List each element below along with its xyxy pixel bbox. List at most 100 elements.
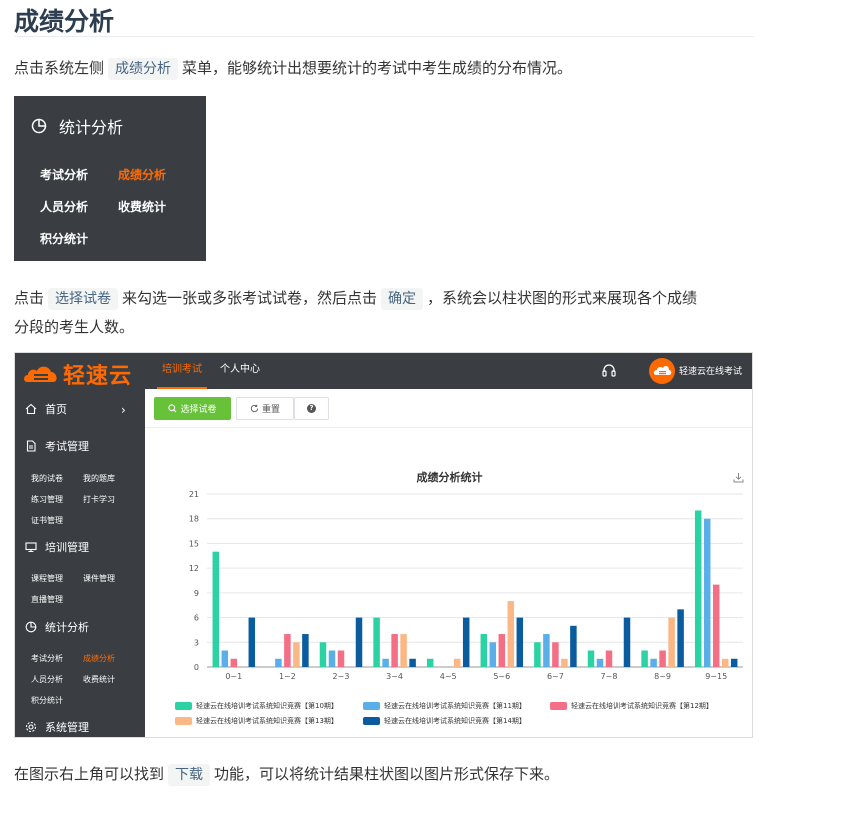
- bar: [248, 617, 256, 667]
- sidebar-item-exam-analysis[interactable]: 考试分析: [31, 653, 63, 664]
- sidebar-item-points-stats[interactable]: 积分统计: [31, 695, 63, 706]
- document-icon: [26, 440, 36, 452]
- text: 菜单，能够统计出想要统计的考试中考生成绩的分布情况。: [182, 59, 573, 77]
- x-tick-label: 8~9: [654, 672, 671, 681]
- sidebar-item-my-papers[interactable]: 我的试卷: [31, 473, 63, 484]
- legend-item[interactable]: 轻速云在线培训考试系统知识竞赛【第13期】: [175, 716, 338, 726]
- y-tick-label: 15: [189, 539, 199, 548]
- download-icon[interactable]: [733, 472, 744, 483]
- menu-header-label: 统计分析: [59, 118, 124, 137]
- bar: [659, 650, 666, 667]
- search-icon: [168, 404, 177, 413]
- bar: [703, 518, 711, 667]
- legend-item[interactable]: 轻速云在线培训考试系统知识竞赛【第12期】: [550, 701, 713, 711]
- bar: [355, 617, 363, 667]
- sidebar-item-score-analysis[interactable]: 成绩分析: [83, 653, 115, 664]
- intro-paragraph: 点击系统左侧 成绩分析 菜单，能够统计出想要统计的考试中考生成绩的分布情况。: [14, 54, 754, 83]
- x-tick-label: 6~7: [547, 672, 564, 681]
- text: 分段的考生人数。: [14, 318, 135, 336]
- sidebar-label: 统计分析: [45, 621, 89, 634]
- bar: [650, 658, 657, 667]
- tab-training-exam[interactable]: 培训考试: [157, 353, 207, 389]
- bar: [534, 642, 541, 667]
- bar: [552, 642, 559, 667]
- reset-button[interactable]: 重置: [236, 397, 294, 420]
- sidebar-item-fee-stats[interactable]: 收费统计: [83, 674, 115, 685]
- inline-code: 确定: [381, 288, 424, 310]
- menu-header: 统计分析: [31, 114, 123, 138]
- help-icon: ?: [307, 404, 316, 413]
- legend-label: 轻速云在线培训考试系统知识竞赛【第11期】: [384, 702, 526, 710]
- y-tick-label: 12: [189, 564, 199, 573]
- bar: [587, 650, 595, 667]
- refresh-icon: [250, 404, 259, 413]
- bar: [373, 617, 380, 667]
- menu-item-fee-stats[interactable]: 收费统计: [118, 198, 166, 215]
- chart-title: 成绩分析统计: [416, 471, 483, 484]
- pie-chart-icon: [31, 118, 47, 134]
- bar: [498, 634, 506, 667]
- legend-item[interactable]: 轻速云在线培训考试系统知识竞赛【第14期】: [363, 716, 526, 726]
- x-tick-label: 4~5: [440, 672, 457, 681]
- sidebar-item-coursewares[interactable]: 课件管理: [83, 573, 115, 584]
- sidebar-item-checkin[interactable]: 打卡学习: [83, 494, 115, 505]
- legend-swatch: [175, 717, 192, 725]
- y-tick-label: 0: [194, 663, 199, 672]
- legend-item[interactable]: 轻速云在线培训考试系统知识竞赛【第11期】: [363, 701, 526, 711]
- bar: [641, 650, 648, 667]
- bar: [561, 658, 568, 667]
- user-name[interactable]: 轻速云在线考试: [679, 364, 742, 377]
- bar: [712, 584, 720, 667]
- y-tick-label: 21: [189, 490, 199, 499]
- y-tick-label: 9: [194, 589, 199, 598]
- sidebar-label: 考试管理: [45, 440, 89, 453]
- bar: [284, 634, 291, 667]
- bar: [409, 658, 416, 667]
- text: 点击: [14, 289, 45, 307]
- download-paragraph: 在图示右上角可以找到 下载 功能，可以将统计结果柱状图以图片形式保存下来。: [14, 760, 754, 789]
- bar: [400, 634, 407, 667]
- inline-code: 选择试卷: [48, 288, 119, 310]
- menu-item-exam-analysis[interactable]: 考试分析: [40, 166, 88, 183]
- sidebar-item-people-analysis[interactable]: 人员分析: [31, 674, 63, 685]
- sidebar-item-home[interactable]: 首页: [25, 401, 67, 417]
- avatar[interactable]: [649, 358, 675, 384]
- bar: [570, 625, 577, 667]
- sidebar-label: 首页: [45, 403, 67, 416]
- select-paragraph: 点击 选择试卷 来勾选一张或多张考试试卷，然后点击 确定 ，系统会以柱状图的形式来展现各…: [14, 284, 754, 341]
- sidebar-item-my-questions[interactable]: 我的题库: [83, 473, 115, 484]
- sidebar-group-stats[interactable]: 统计分析: [25, 619, 89, 635]
- help-button[interactable]: ?: [294, 397, 329, 420]
- y-tick-label: 18: [189, 515, 199, 524]
- menu-item-people-analysis[interactable]: 人员分析: [40, 198, 88, 215]
- headset-icon[interactable]: [601, 363, 617, 379]
- button-label: 重置: [261, 405, 280, 415]
- select-paper-button[interactable]: 选择试卷: [154, 397, 231, 420]
- menu-item-points-stats[interactable]: 积分统计: [40, 230, 88, 247]
- sidebar-item-live[interactable]: 直播管理: [31, 594, 63, 605]
- menu-item-score-analysis[interactable]: 成绩分析: [118, 166, 166, 183]
- legend-label: 轻速云在线培训考试系统知识竞赛【第10期】: [196, 702, 338, 710]
- legend-item[interactable]: 轻速云在线培训考试系统知识竞赛【第10期】: [175, 701, 338, 711]
- sidebar-label: 培训管理: [45, 541, 89, 554]
- button-label: 选择试卷: [180, 405, 217, 415]
- score-bar-chart: 0 3 6 9 12 15 18 21 0~1 1~2 2~3 3~4 4~5 5~6 6~7 7~8 8~9 9…: [189, 490, 743, 681]
- sidebar-item-courses[interactable]: 课程管理: [31, 573, 63, 584]
- sidebar-item-practice[interactable]: 练习管理: [31, 494, 63, 505]
- tab-personal-center[interactable]: 个人中心: [220, 353, 260, 389]
- sidebar-group-system[interactable]: 系统管理: [25, 719, 89, 735]
- bar: [212, 551, 220, 667]
- bar: [302, 634, 309, 667]
- sidebar-item-certificates[interactable]: 证书管理: [31, 515, 63, 526]
- monitor-icon: [25, 542, 37, 553]
- y-tick-label: 3: [194, 638, 199, 647]
- text: 来勾选一张或多张考试试卷，然后点击: [122, 289, 378, 307]
- bar: [391, 634, 398, 667]
- bar: [426, 658, 434, 667]
- sidebar-group-training[interactable]: 培训管理: [25, 539, 89, 555]
- sidebar-group-exam[interactable]: 考试管理: [25, 438, 89, 454]
- y-tick-label: 6: [194, 614, 199, 623]
- title-divider: [14, 36, 754, 37]
- bar: [596, 658, 604, 667]
- bar: [516, 617, 524, 667]
